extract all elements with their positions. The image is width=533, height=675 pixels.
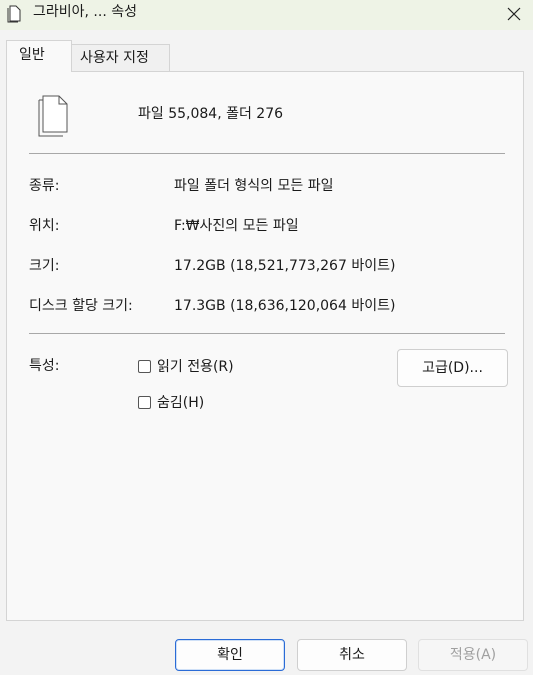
size-on-disk-label: 디스크 할당 크기:: [29, 298, 133, 314]
attributes-label: 특성:: [29, 358, 60, 374]
hidden-checkbox-row[interactable]: 숨김(H): [138, 392, 204, 412]
divider: [29, 153, 505, 154]
type-label: 종류:: [29, 178, 60, 194]
hidden-checkbox[interactable]: [138, 395, 151, 409]
location-value: F:₩사진의 모든 파일: [174, 218, 299, 234]
readonly-checkbox-label: 읽기 전용(R): [157, 359, 234, 375]
document-stack-icon: [7, 5, 21, 23]
size-value: 17.2GB (18,521,773,267 바이트): [174, 258, 396, 274]
file-count-summary: 파일 55,084, 폴더 276: [138, 106, 284, 122]
type-value: 파일 폴더 형식의 모든 파일: [174, 178, 334, 194]
tab-customize[interactable]: 사용자 지정: [72, 44, 170, 72]
readonly-checkbox[interactable]: [138, 359, 151, 373]
properties-dialog: 그라비아, ... 속성 일반 사용자 지정 파일 55,084, 폴더 276…: [0, 0, 533, 675]
location-label: 위치:: [29, 218, 60, 234]
ok-button[interactable]: 확인: [175, 639, 285, 671]
tab-general[interactable]: 일반: [6, 40, 72, 72]
apply-button[interactable]: 적용(A): [418, 639, 528, 671]
advanced-button[interactable]: 고급(D)...: [397, 349, 508, 387]
cancel-button[interactable]: 취소: [297, 639, 407, 671]
window-title: 그라비아, ... 속성: [33, 4, 137, 20]
general-panel: 파일 55,084, 폴더 276 종류: 파일 폴더 형식의 모든 파일 위치…: [6, 71, 524, 621]
close-icon: [507, 7, 521, 21]
size-on-disk-value: 17.3GB (18,636,120,064 바이트): [174, 298, 396, 314]
hidden-checkbox-label: 숨김(H): [157, 395, 205, 411]
close-button[interactable]: [495, 0, 533, 28]
title-bar: 그라비아, ... 속성: [0, 0, 533, 30]
divider: [29, 333, 505, 334]
readonly-checkbox-row[interactable]: 읽기 전용(R): [138, 356, 234, 376]
multiple-files-icon: [38, 95, 68, 137]
size-label: 크기:: [29, 258, 60, 274]
